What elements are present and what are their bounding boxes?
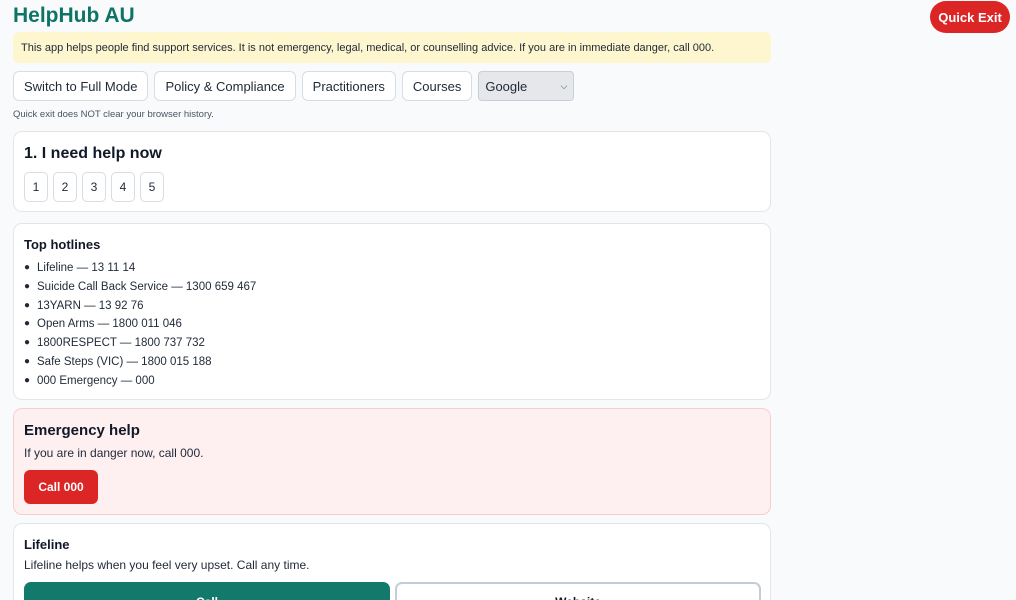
lifeline-call-button[interactable]: Call [24,582,390,600]
list-item: ● Open Arms — 1800 011 046 [24,315,256,334]
hotline-entry: Open Arms — 1800 011 046 [37,318,182,331]
step-button-2[interactable]: 2 [53,172,77,202]
hotlines-card: Top hotlines ● Lifeline — 13 11 14 ● Suici… [13,223,771,400]
bullet-icon: ● [24,299,31,311]
step-selector: 1 2 3 4 5 [24,172,164,202]
hotline-list: ● Lifeline — 13 11 14 ● Suicide Call Back … [24,259,256,391]
list-item: ● 000 Emergency — 000 [24,372,256,391]
hotline-entry: Safe Steps (VIC) — 1800 015 188 [37,355,212,368]
policy-compliance-button[interactable]: Policy & Compliance [154,71,296,101]
quick-exit-note: Quick exit does NOT clear your browser h… [13,109,214,120]
emergency-text: If you are in danger now, call 000. [24,446,204,460]
step-button-5[interactable]: 5 [140,172,164,202]
bullet-icon: ● [24,355,31,367]
hotline-entry: 1800RESPECT — 1800 737 732 [37,337,205,350]
list-item: ● 13YARN — 13 92 76 [24,297,256,316]
list-item: ● Suicide Call Back Service — 1300 659 46… [24,278,256,297]
bullet-icon: ● [24,337,31,349]
app-title: HelpHub AU [13,4,135,27]
list-item: ● 1800RESPECT — 1800 737 732 [24,334,256,353]
hotline-entry: 13YARN — 13 92 76 [37,299,144,312]
switch-full-mode-button[interactable]: Switch to Full Mode [13,71,149,101]
hotline-entry: 000 Emergency — 000 [37,374,155,387]
quick-exit-button[interactable]: Quick Exit [930,1,1010,33]
search-engine-select[interactable]: Google ⌵ [478,71,575,101]
hotlines-title: Top hotlines [24,237,101,252]
lifeline-title: Lifeline [24,537,70,552]
courses-button[interactable]: Courses [401,71,473,101]
search-engine-selected-value: Google [485,78,528,94]
toolbar: Switch to Full Mode Policy & Compliance … [13,71,575,101]
emergency-title: Emergency help [24,422,140,439]
hotline-entry: Lifeline — 13 11 14 [37,262,136,274]
list-item: ● Lifeline — 13 11 14 [24,259,256,278]
lifeline-card: Lifeline Lifeline helps when you feel ve… [13,523,771,600]
practitioners-button[interactable]: Practitioners [301,71,396,101]
bullet-icon: ● [24,374,31,386]
bullet-icon: ● [24,318,31,330]
help-now-title: 1. I need help now [24,145,162,162]
disclaimer-banner: This app helps people find support servi… [13,32,771,63]
bullet-icon: ● [24,262,31,273]
lifeline-website-button[interactable]: Website [395,582,761,600]
help-now-card: 1. I need help now 1 2 3 4 5 [13,131,771,212]
step-button-3[interactable]: 3 [82,172,106,202]
hotline-entry: Suicide Call Back Service — 1300 659 467 [37,280,257,293]
list-item: ● Safe Steps (VIC) — 1800 015 188 [24,353,256,372]
step-button-4[interactable]: 4 [111,172,135,202]
step-button-1[interactable]: 1 [24,172,48,202]
lifeline-text: Lifeline helps when you feel very upset.… [24,558,310,572]
emergency-card: Emergency help If you are in danger now,… [13,408,771,515]
call-000-button[interactable]: Call 000 [24,470,98,504]
bullet-icon: ● [24,280,31,292]
chevron-down-icon: ⌵ [560,80,568,91]
